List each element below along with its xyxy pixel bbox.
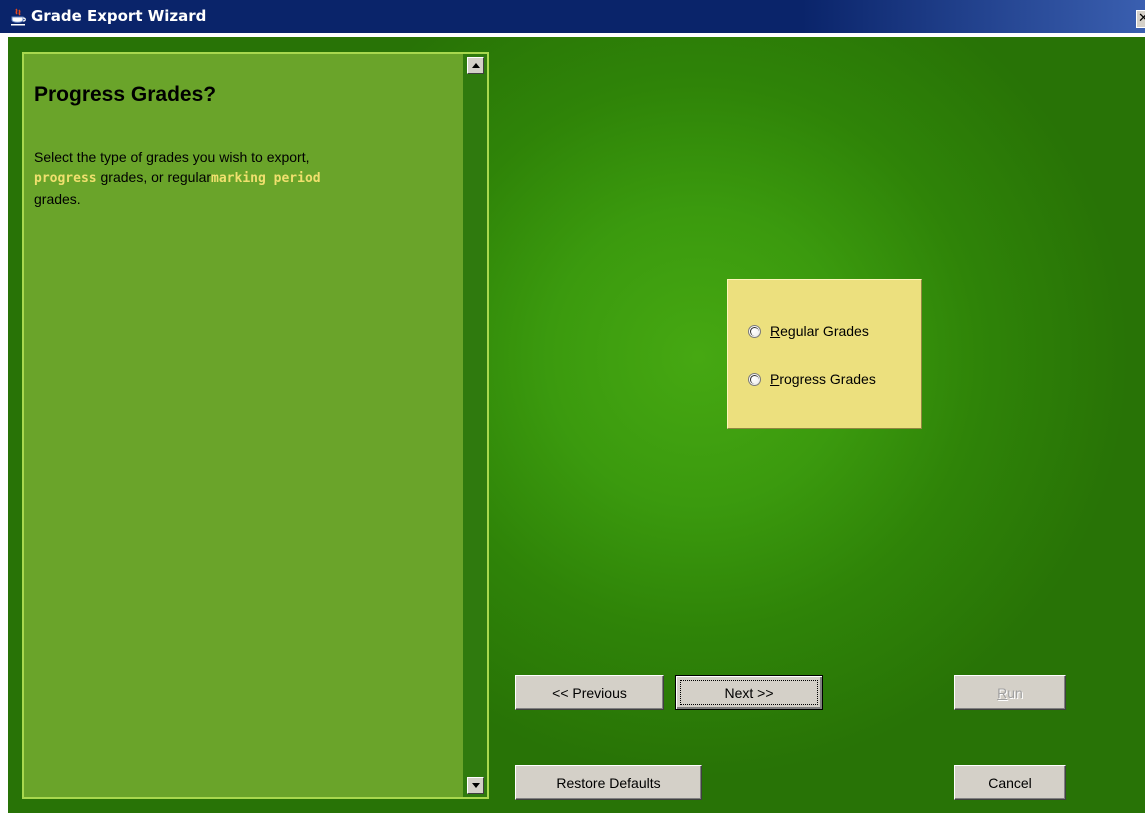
progress-grades-label: Progress Grades (770, 371, 876, 387)
previous-button[interactable]: << Previous (515, 675, 664, 710)
scroll-down-button[interactable] (467, 777, 484, 794)
step-heading: Progress Grades? (34, 83, 217, 106)
bottom-margin (0, 813, 1145, 823)
regular-grades-radio[interactable] (748, 324, 761, 338)
close-icon: ✕ (1138, 11, 1145, 27)
arrow-up-icon (472, 63, 480, 68)
run-button-label: Run (997, 684, 1023, 701)
close-button[interactable]: ✕ (1136, 10, 1145, 28)
regular-grades-option[interactable]: Regular Grades (748, 321, 869, 341)
title-bar: Grade Export Wizard ✕ (0, 0, 1145, 35)
description-text-1: Select the type of grades you wish to ex… (34, 149, 310, 165)
run-button[interactable]: Run (954, 675, 1066, 710)
description-text-2: grades, or regular (96, 169, 212, 185)
description-text-3: grades. (34, 191, 81, 207)
restore-defaults-button[interactable]: Restore Defaults (515, 765, 702, 800)
regular-grades-label: Regular Grades (770, 323, 869, 339)
description-panel: Progress Grades? Select the type of grad… (22, 52, 463, 799)
grade-type-options: Regular Grades Progress Grades (727, 279, 922, 429)
next-button[interactable]: Next >> (675, 675, 823, 710)
window-title: Grade Export Wizard (31, 7, 207, 25)
highlight-progress: progress (34, 171, 97, 186)
scroll-up-button[interactable] (467, 57, 484, 74)
java-cup-icon (11, 8, 26, 26)
step-description: Select the type of grades you wish to ex… (34, 147, 464, 209)
highlight-marking-period: marking period (211, 171, 321, 186)
restore-defaults-label: Restore Defaults (556, 774, 661, 791)
cancel-button-label: Cancel (988, 774, 1032, 791)
previous-button-label: << Previous (552, 684, 627, 701)
cancel-button[interactable]: Cancel (954, 765, 1066, 800)
progress-grades-option[interactable]: Progress Grades (748, 369, 876, 389)
progress-grades-radio[interactable] (748, 372, 761, 386)
arrow-down-icon (472, 783, 480, 788)
description-scrollbar[interactable] (463, 52, 489, 799)
focus-rectangle (680, 680, 818, 705)
